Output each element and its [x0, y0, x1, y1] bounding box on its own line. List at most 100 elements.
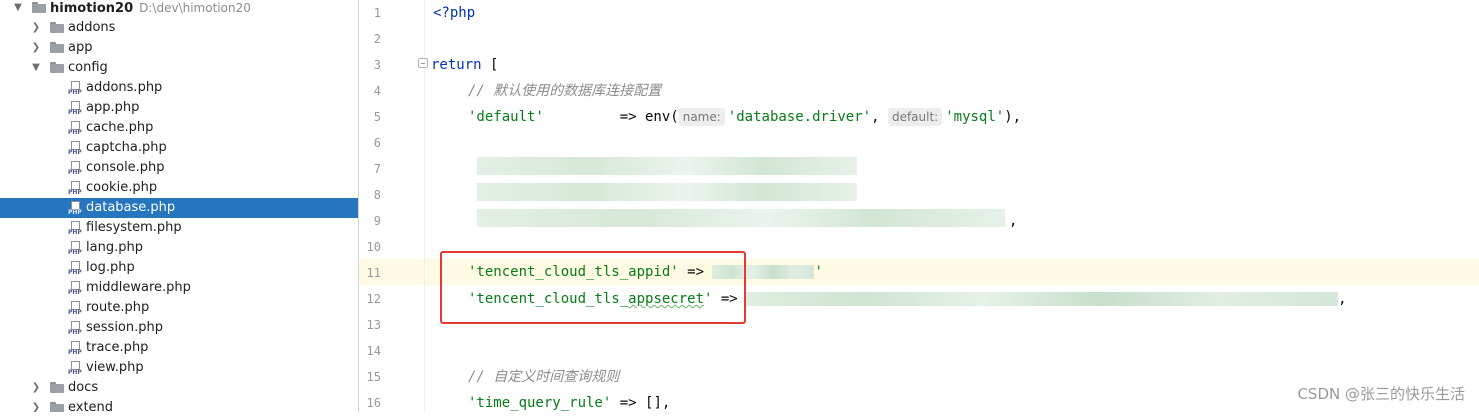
- php-file-icon: PHP: [68, 261, 83, 276]
- line-number: 16: [366, 396, 381, 410]
- line-number: 6: [373, 136, 381, 150]
- tree-item-label: cache.php: [86, 120, 154, 135]
- tree-item-label: filesystem.php: [86, 220, 182, 235]
- line-number: 8: [373, 188, 381, 202]
- tree-item-label: app.php: [86, 100, 140, 115]
- php-file-icon: PHP: [68, 101, 83, 116]
- annotation-highlight-box: [440, 251, 746, 324]
- tree-file-cookie-php[interactable]: PHP cookie.php: [0, 178, 358, 198]
- php-file-icon: PHP: [68, 121, 83, 136]
- line-number: 13: [366, 318, 381, 332]
- line-number: 14: [366, 344, 381, 358]
- tree-file-captcha-php[interactable]: PHP captcha.php: [0, 138, 358, 158]
- tree-item-label: session.php: [86, 320, 163, 335]
- param-hint-name: name:: [678, 108, 725, 126]
- line-number: 7: [373, 162, 381, 176]
- tree-item-label: addons: [68, 20, 116, 35]
- tree-item-label: log.php: [86, 260, 135, 275]
- php-open-tag: <?php: [433, 5, 476, 21]
- tree-folder-addons[interactable]: ❯ addons: [0, 18, 358, 38]
- tree-item-label: middleware.php: [86, 280, 191, 295]
- php-file-icon: PHP: [68, 201, 83, 216]
- chevron-right-icon[interactable]: ❯: [30, 378, 42, 398]
- tree-item-label: route.php: [86, 300, 150, 315]
- tree-item-label: database.php: [86, 200, 176, 215]
- line-number: 10: [366, 240, 381, 254]
- chevron-right-icon[interactable]: ❯: [30, 18, 42, 38]
- tree-file-app-php[interactable]: PHP app.php: [0, 98, 358, 118]
- tree-root[interactable]: ▼ himotion20 D:\dev\himotion20: [0, 0, 358, 18]
- tree-file-database-php[interactable]: PHP database.php: [0, 198, 358, 218]
- php-file-icon: PHP: [68, 341, 83, 356]
- tree-file-trace-php[interactable]: PHP trace.php: [0, 338, 358, 358]
- line-number: 1: [373, 6, 381, 20]
- code-line-9-end[interactable]: ,: [1009, 208, 1029, 234]
- redacted-line-8: [477, 183, 857, 201]
- tree-item-label: addons.php: [86, 80, 163, 95]
- tree-item-label: config: [68, 60, 108, 75]
- chevron-down-icon[interactable]: ▼: [12, 0, 24, 18]
- tree-file-log-php[interactable]: PHP log.php: [0, 258, 358, 278]
- tree-item-label: docs: [68, 380, 99, 395]
- folder-icon: [50, 402, 64, 412]
- code-line-5[interactable]: 'default' => env(name:'database.driver',…: [468, 104, 1479, 130]
- folder-icon: [50, 22, 64, 33]
- php-file-icon: PHP: [68, 181, 83, 196]
- tree-item-label: extend: [68, 400, 114, 412]
- comment: // 自定义时间查询规则: [468, 369, 620, 385]
- tree-folder-app[interactable]: ❯ app: [0, 38, 358, 58]
- tree-file-cache-php[interactable]: PHP cache.php: [0, 118, 358, 138]
- folder-icon: [50, 62, 64, 73]
- param-hint-default: default:: [887, 108, 943, 126]
- watermark: CSDN @张三的快乐生活: [1297, 385, 1465, 403]
- chevron-right-icon[interactable]: ❯: [30, 398, 42, 412]
- root-name: himotion20: [50, 1, 134, 16]
- code-editor[interactable]: <?php return [ // 默认使用的数据库连接配置 'default'…: [424, 0, 1479, 412]
- tree-file-route-php[interactable]: PHP route.php: [0, 298, 358, 318]
- php-file-icon: PHP: [68, 281, 83, 296]
- chevron-right-icon[interactable]: ❯: [30, 38, 42, 58]
- php-file-icon: PHP: [68, 141, 83, 156]
- return-keyword: return: [431, 57, 482, 73]
- root-path: D:\dev\himotion20: [139, 1, 251, 15]
- line-number: 9: [373, 214, 381, 228]
- comment: // 默认使用的数据库连接配置: [468, 83, 662, 99]
- tree-item-label: captcha.php: [86, 140, 167, 155]
- redacted-appsecret: [746, 292, 1339, 306]
- tree-file-lang-php[interactable]: PHP lang.php: [0, 238, 358, 258]
- code-line-1[interactable]: <?php: [433, 0, 1479, 26]
- line-number: 4: [373, 84, 381, 98]
- tree-folder-docs[interactable]: ❯ docs: [0, 378, 358, 398]
- tree-folder-extend[interactable]: ❯ extend: [0, 398, 358, 412]
- line-number-gutter: 1 2 3 4 5 6 7 8 9 10 11 12 13 14 15 16: [359, 0, 424, 412]
- line-number: 5: [373, 110, 381, 124]
- tree-item-label: lang.php: [86, 240, 143, 255]
- tree-item-label: trace.php: [86, 340, 149, 355]
- line-number: 3: [373, 58, 381, 72]
- tree-file-addons-php[interactable]: PHP addons.php: [0, 78, 358, 98]
- tree-file-console-php[interactable]: PHP console.php: [0, 158, 358, 178]
- code-line-4[interactable]: // 默认使用的数据库连接配置: [468, 78, 1479, 104]
- php-file-icon: PHP: [68, 321, 83, 336]
- folder-icon: [50, 42, 64, 53]
- tree-file-session-php[interactable]: PHP session.php: [0, 318, 358, 338]
- php-file-icon: PHP: [68, 301, 83, 316]
- php-file-icon: PHP: [68, 361, 83, 376]
- tree-file-middleware-php[interactable]: PHP middleware.php: [0, 278, 358, 298]
- chevron-down-icon[interactable]: ▼: [30, 58, 42, 78]
- tree-item-label: view.php: [86, 360, 144, 375]
- tree-item-label: app: [68, 40, 93, 55]
- project-tree: ▼ himotion20 D:\dev\himotion20 ❯ addons ❯…: [0, 0, 359, 412]
- tree-folder-config[interactable]: ▼ config: [0, 58, 358, 78]
- php-file-icon: PHP: [68, 221, 83, 236]
- redacted-line-9: [477, 209, 1005, 227]
- tree-file-view-php[interactable]: PHP view.php: [0, 358, 358, 378]
- line-number: 2: [373, 32, 381, 46]
- fold-toggle-icon[interactable]: [418, 58, 428, 68]
- line-number: 12: [366, 292, 381, 306]
- tree-file-filesystem-php[interactable]: PHP filesystem.php: [0, 218, 358, 238]
- redacted-line-7: [477, 157, 857, 175]
- folder-icon: [50, 382, 64, 393]
- code-line-3[interactable]: return [: [431, 52, 1479, 78]
- folder-icon: [32, 2, 46, 13]
